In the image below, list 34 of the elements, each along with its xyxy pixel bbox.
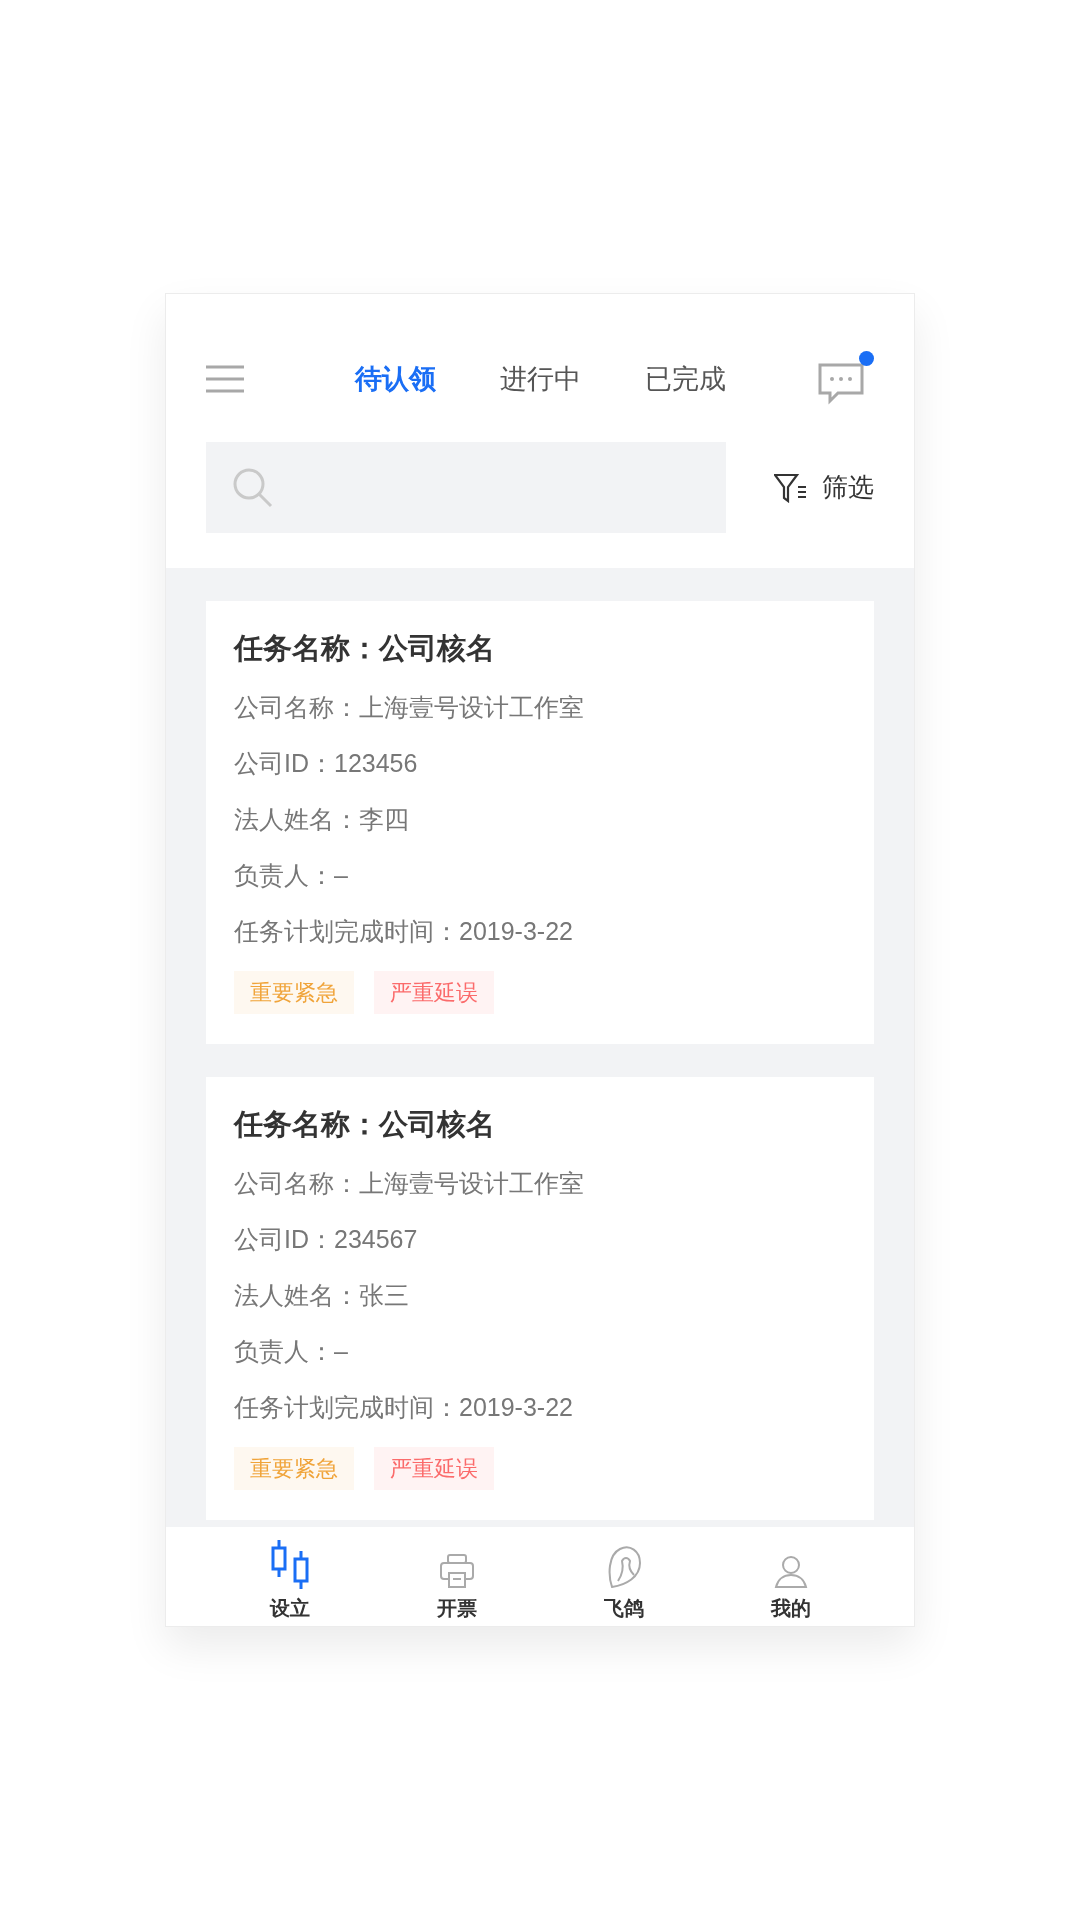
printer-icon: [438, 1553, 475, 1589]
tab[interactable]: 已完成: [644, 358, 726, 400]
tab[interactable]: 待认领: [354, 358, 436, 400]
filter-icon: [774, 472, 808, 503]
task-card[interactable]: 任务名称：公司核名 公司名称：上海壹号设计工作室 公司ID：234567 法人姓名：张三 负责人：– 任务计划完成时间：2019-3-22 重要紧急 严重延误: [206, 1077, 874, 1520]
task-field: 公司名称：上海壹号设计工作室: [234, 1165, 874, 1201]
search-icon: [232, 466, 274, 509]
tab[interactable]: 进行中: [499, 358, 581, 400]
search-field[interactable]: [206, 442, 726, 533]
task-field: 任务计划完成时间：2019-3-22: [234, 1389, 874, 1425]
task-field: 公司名称：上海壹号设计工作室: [234, 689, 874, 725]
tag: 重要紧急: [234, 1447, 354, 1490]
task-title: 任务名称：公司核名: [234, 631, 496, 666]
tag: 重要紧急: [234, 971, 354, 1014]
task-field: 任务计划完成时间：2019-3-22: [234, 913, 874, 949]
task-card[interactable]: 任务名称：公司核名 公司名称：上海壹号设计工作室 公司ID：123456 法人姓名：李四 负责人：– 任务计划完成时间：2019-3-22 重要紧急 严重延误: [206, 601, 874, 1044]
nav-tab[interactable]: 开票: [373, 1527, 540, 1623]
nav-tab[interactable]: 设立: [206, 1527, 373, 1623]
task-field: 负责人：–: [234, 857, 874, 893]
menu-icon[interactable]: [206, 365, 244, 393]
task-field: 法人姓名：李四: [234, 801, 874, 837]
nav-tab[interactable]: 飞鸽: [540, 1527, 707, 1623]
task-field: 公司ID：234567: [234, 1221, 874, 1257]
tag: 严重延误: [374, 971, 494, 1014]
task-field: 法人姓名：张三: [234, 1277, 874, 1313]
task-title: 任务名称：公司核名: [234, 1107, 496, 1142]
message-icon[interactable]: [818, 351, 874, 407]
candlestick-icon: [269, 1539, 310, 1589]
filter-button[interactable]: 筛选: [774, 468, 874, 507]
task-field: 公司ID：123456: [234, 745, 874, 781]
person-icon: [773, 1555, 808, 1589]
tag: 严重延误: [374, 1447, 494, 1490]
task-field: 负责人：–: [234, 1333, 874, 1369]
nav-tab[interactable]: 我的: [707, 1527, 874, 1623]
